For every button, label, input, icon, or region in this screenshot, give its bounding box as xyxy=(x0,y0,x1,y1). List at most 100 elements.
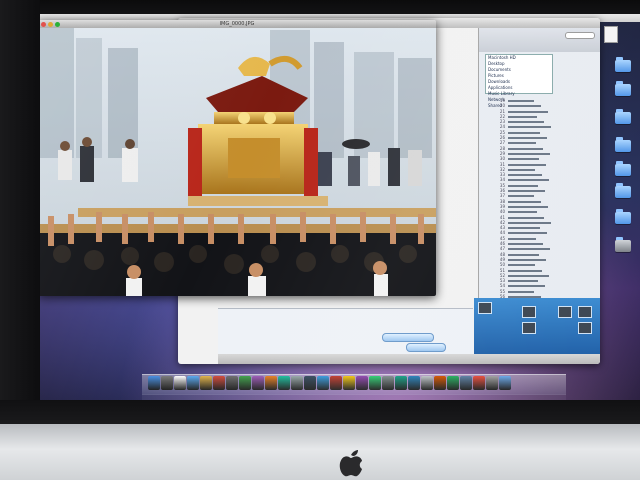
file-name-text xyxy=(508,269,542,272)
dock-app-icon[interactable] xyxy=(421,376,433,390)
dock-app-icon[interactable] xyxy=(460,376,472,390)
dock-app-icon[interactable] xyxy=(239,376,251,390)
status-bar xyxy=(218,354,600,364)
dock-app-icon[interactable] xyxy=(226,376,238,390)
folder-icon[interactable] xyxy=(612,209,634,224)
desktop-icon-glyph xyxy=(615,81,631,96)
dock-app-icon[interactable] xyxy=(447,376,459,390)
dock-app-icon[interactable] xyxy=(356,376,368,390)
file-name-text xyxy=(508,115,537,118)
dock-app-icon[interactable] xyxy=(330,376,342,390)
file-name-text xyxy=(508,174,542,177)
dock-app-icon[interactable] xyxy=(278,376,290,390)
dock-app-icon[interactable] xyxy=(200,376,212,390)
folder-icon[interactable] xyxy=(612,81,634,96)
drive-icon[interactable] xyxy=(612,237,634,252)
desktop-icon-glyph xyxy=(604,26,618,43)
folder-icon[interactable] xyxy=(612,57,634,72)
dock-app-icon[interactable] xyxy=(434,376,446,390)
file-name-text xyxy=(508,195,534,198)
dock-app-icon[interactable] xyxy=(382,376,394,390)
preview-panel xyxy=(474,298,600,356)
dock-app-icon[interactable] xyxy=(291,376,303,390)
desktop-icon-glyph xyxy=(615,183,631,198)
dock-app-icon[interactable] xyxy=(187,376,199,390)
dock-app-icon[interactable] xyxy=(304,376,316,390)
desktop-icon-glyph xyxy=(615,161,631,176)
file-name-text xyxy=(508,253,539,256)
dock-app-icon[interactable] xyxy=(473,376,485,390)
document-icon[interactable] xyxy=(600,26,622,43)
file-name-text xyxy=(508,221,551,224)
file-name-text xyxy=(508,243,543,246)
file-name-text xyxy=(508,158,539,161)
file-name-text xyxy=(508,285,545,288)
file-name-text xyxy=(508,126,551,129)
photo-window-titlebar[interactable]: IMG_0000.JPG xyxy=(38,20,436,28)
action-button-2[interactable] xyxy=(406,343,446,352)
file-name-text xyxy=(508,290,534,293)
file-name-text xyxy=(508,152,550,155)
desktop-icon-glyph xyxy=(615,209,631,224)
file-name-text xyxy=(508,147,543,150)
file-name-text xyxy=(508,137,547,140)
thumbnail-2[interactable] xyxy=(522,306,536,318)
folder-icon[interactable] xyxy=(612,161,634,176)
dock-app-icon[interactable] xyxy=(213,376,225,390)
thumbnail-5[interactable] xyxy=(578,306,592,318)
thumbnail-1[interactable] xyxy=(478,302,492,314)
file-name-text xyxy=(508,227,540,230)
photo-scene: Macintosh HD Desktop Documents Pictures Down… xyxy=(0,0,640,480)
dock-app-icon[interactable] xyxy=(161,376,173,390)
file-list[interactable]: 19 20 21 22 23 24 25 26 27 28 29 30 31 32 33 34 35 36 37 38… xyxy=(489,98,593,298)
file-name-text xyxy=(508,264,535,267)
dock-app-icon[interactable] xyxy=(265,376,277,390)
dock-app-icon[interactable] xyxy=(317,376,329,390)
file-name-text xyxy=(508,232,547,235)
file-name-text xyxy=(508,237,536,240)
file-name-text xyxy=(508,105,541,108)
file-name-text xyxy=(508,131,540,134)
dock-app-icon[interactable] xyxy=(395,376,407,390)
desktop-icon-glyph xyxy=(615,237,631,252)
action-button-1[interactable] xyxy=(382,333,434,342)
file-name-text xyxy=(508,274,549,277)
dock-app-icon[interactable] xyxy=(369,376,381,390)
dock-app-icon[interactable] xyxy=(499,376,511,390)
photo-window-title: IMG_0000.JPG xyxy=(219,21,255,27)
dock-app-icon[interactable] xyxy=(252,376,264,390)
file-name-text xyxy=(508,168,535,171)
file-name-text xyxy=(508,200,541,203)
thumbnail-6[interactable] xyxy=(578,322,592,334)
apple-logo-icon xyxy=(339,450,362,477)
file-name-text xyxy=(508,100,534,102)
photo-viewer-window[interactable]: IMG_0000.JPG xyxy=(38,20,436,296)
dock-app-icon[interactable] xyxy=(343,376,355,390)
file-name-text xyxy=(508,205,548,208)
file-name-text xyxy=(508,142,536,145)
file-name-text xyxy=(508,110,548,113)
imac-bezel-left xyxy=(0,0,40,410)
dock-app-icon[interactable] xyxy=(486,376,498,390)
imac-screen: Macintosh HD Desktop Documents Pictures Down… xyxy=(38,14,640,406)
dock-icons xyxy=(148,376,511,390)
file-name-text xyxy=(508,258,546,261)
dock-app-icon[interactable] xyxy=(148,376,160,390)
search-input[interactable] xyxy=(565,32,595,39)
dock-app-icon[interactable] xyxy=(408,376,420,390)
file-browser-header xyxy=(479,28,600,52)
thumbnail-3[interactable] xyxy=(522,322,536,334)
file-name-text xyxy=(508,121,544,124)
file-name-text xyxy=(508,184,538,187)
directory-list[interactable]: Macintosh HD Desktop Documents Pictures Down… xyxy=(485,54,553,108)
file-name-text xyxy=(508,190,545,193)
folder-icon[interactable] xyxy=(612,109,634,124)
desktop-icon-glyph xyxy=(615,137,631,152)
dock-app-icon[interactable] xyxy=(174,376,186,390)
folder-icon[interactable] xyxy=(612,183,634,198)
folder-icon[interactable] xyxy=(612,137,634,152)
desktop-icon-glyph xyxy=(615,109,631,124)
file-name-text xyxy=(508,179,549,182)
thumbnail-4[interactable] xyxy=(558,306,572,318)
imac-chin xyxy=(0,424,640,480)
